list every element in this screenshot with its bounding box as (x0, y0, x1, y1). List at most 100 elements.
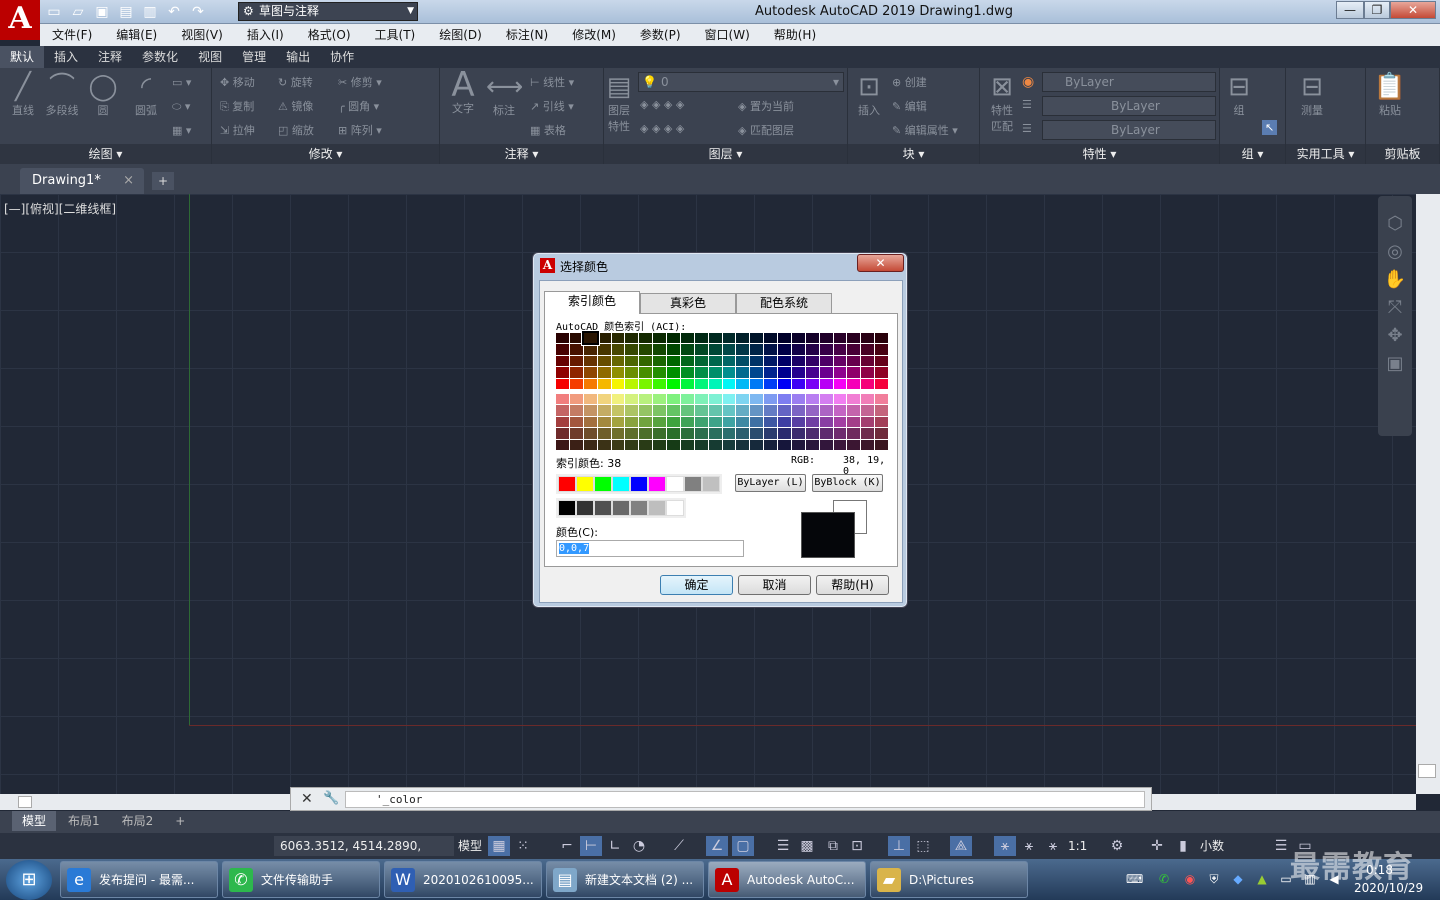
cancel-button[interactable]: 取消 (738, 575, 811, 595)
aci-swatch[interactable] (556, 439, 569, 450)
aci-swatch[interactable] (722, 333, 736, 344)
close-icon[interactable]: ✕ (301, 791, 313, 807)
aci-swatch[interactable] (694, 355, 708, 367)
aci-swatch[interactable] (694, 439, 708, 450)
menu-window[interactable]: 窗口(W) (693, 24, 762, 46)
viewport-controls[interactable]: [—][俯视][二维线框] (4, 200, 116, 217)
tab-output[interactable]: 输出 (276, 46, 320, 68)
gray-color-swatch[interactable] (558, 500, 576, 516)
aci-swatch[interactable] (680, 367, 694, 378)
aci-swatch[interactable] (639, 355, 653, 367)
aci-swatch[interactable] (805, 355, 819, 367)
properties-panel-title[interactable]: 特性 ▾ (980, 144, 1219, 164)
workspace-dropdown[interactable]: 草图与注释▼ (238, 2, 418, 21)
aci-swatch[interactable] (722, 405, 736, 416)
aci-swatch[interactable] (597, 367, 611, 378)
aci-swatch[interactable] (736, 439, 750, 450)
aci-swatch[interactable] (847, 394, 861, 405)
aci-swatch[interactable] (569, 378, 583, 389)
redo-icon[interactable]: ↷ (188, 2, 208, 22)
aci-swatch[interactable] (569, 416, 583, 428)
3d-osnap-icon[interactable]: ⊡ (846, 836, 868, 856)
aci-swatch[interactable] (750, 416, 764, 428)
aci-swatch[interactable] (791, 333, 805, 344)
tab-collaborate[interactable]: 协作 (320, 46, 364, 68)
aci-swatch[interactable] (805, 405, 819, 416)
quick-properties-icon[interactable]: ▮ (1172, 836, 1194, 856)
aci-swatch[interactable] (667, 439, 680, 450)
aci-swatch[interactable] (680, 405, 694, 416)
aci-swatch[interactable] (694, 378, 708, 389)
lineweight-combo[interactable]: ByLayer (1042, 120, 1216, 140)
aci-swatch[interactable] (750, 333, 764, 344)
standard-color-swatch[interactable] (630, 476, 648, 492)
menu-parametric[interactable]: 参数(P) (628, 24, 693, 46)
aci-swatch[interactable] (694, 394, 708, 405)
aci-swatch[interactable] (791, 378, 805, 389)
aci-swatch[interactable] (639, 344, 653, 355)
make-current-button[interactable]: ◈ 置为当前 (738, 98, 794, 114)
dimension-button[interactable]: ⟷ 标注 (486, 72, 523, 118)
aci-swatch[interactable] (750, 378, 764, 389)
aci-swatch[interactable] (819, 428, 833, 439)
aci-swatch[interactable] (680, 416, 694, 428)
undo-icon[interactable]: ↶ (164, 2, 184, 22)
ok-button[interactable]: 确定 (660, 575, 733, 595)
aci-swatch[interactable] (680, 439, 694, 450)
aci-swatch[interactable] (680, 333, 694, 344)
aci-swatch[interactable] (667, 344, 680, 355)
task-autocad[interactable]: A Autodesk AutoC... (708, 861, 866, 898)
aci-swatch[interactable] (694, 405, 708, 416)
close-button[interactable]: ✕ (1390, 1, 1436, 19)
selection-cycling-icon[interactable]: ⧉ (822, 836, 844, 856)
aci-swatch[interactable] (778, 394, 791, 405)
aci-swatch[interactable] (819, 378, 833, 389)
aci-swatch[interactable] (736, 378, 750, 389)
new-icon[interactable]: ▭ (44, 2, 64, 22)
aci-swatch[interactable] (833, 416, 847, 428)
stretch-button[interactable]: ⇲ 拉伸 (220, 122, 255, 138)
aci-swatch[interactable] (791, 394, 805, 405)
lineweight-icon[interactable]: ☰ (772, 836, 794, 856)
aci-swatch[interactable] (722, 428, 736, 439)
gray-color-swatch[interactable] (666, 500, 684, 516)
aci-swatch[interactable] (875, 439, 888, 450)
aci-swatch[interactable] (833, 378, 847, 389)
aci-swatch[interactable] (569, 439, 583, 450)
aci-swatch[interactable] (847, 405, 861, 416)
aci-swatch[interactable] (750, 355, 764, 367)
aci-swatch[interactable] (847, 344, 861, 355)
edit-block-button[interactable]: ✎ 编辑 (892, 98, 927, 114)
aci-swatch[interactable] (875, 355, 888, 367)
aci-swatch[interactable] (861, 439, 875, 450)
aci-swatch[interactable] (833, 428, 847, 439)
aci-swatch[interactable] (833, 405, 847, 416)
saveas-icon[interactable]: ▤ (116, 2, 136, 22)
customization-icon[interactable]: ☰ (1270, 836, 1292, 856)
layer-combo[interactable]: 💡 0 ▾ (638, 72, 844, 92)
annotation-scale[interactable]: 1:1 (1068, 836, 1087, 856)
shield-icon[interactable]: ⛨ (1206, 871, 1222, 887)
aci-swatch[interactable] (625, 416, 639, 428)
aci-swatch[interactable] (694, 367, 708, 378)
coordinate-readout[interactable]: 6063.3512, 4514.2890, 0.0000 (274, 836, 454, 873)
aci-swatch[interactable] (805, 367, 819, 378)
aci-swatch[interactable] (556, 405, 569, 416)
standard-color-swatch[interactable] (684, 476, 702, 492)
minimize-button[interactable]: — (1336, 1, 1364, 19)
layer-tools-icon[interactable]: ◈ ◈ ◈ ◈ (640, 98, 684, 111)
aci-swatch[interactable] (708, 355, 722, 367)
aci-swatch[interactable] (556, 394, 569, 405)
menu-modify[interactable]: 修改(M) (560, 24, 628, 46)
aci-swatch[interactable] (847, 378, 861, 389)
aci-swatch[interactable] (611, 378, 625, 389)
aci-swatch[interactable] (556, 355, 569, 367)
menu-help[interactable]: 帮助(H) (762, 24, 828, 46)
crosshair-icon[interactable]: ✛ (1146, 836, 1168, 856)
aci-swatch[interactable] (639, 405, 653, 416)
aci-swatch[interactable] (736, 355, 750, 367)
aci-swatch[interactable] (736, 405, 750, 416)
tab-layout1[interactable]: 布局1 (58, 811, 110, 831)
aci-swatch[interactable] (805, 333, 819, 344)
aci-swatch[interactable] (736, 333, 750, 344)
